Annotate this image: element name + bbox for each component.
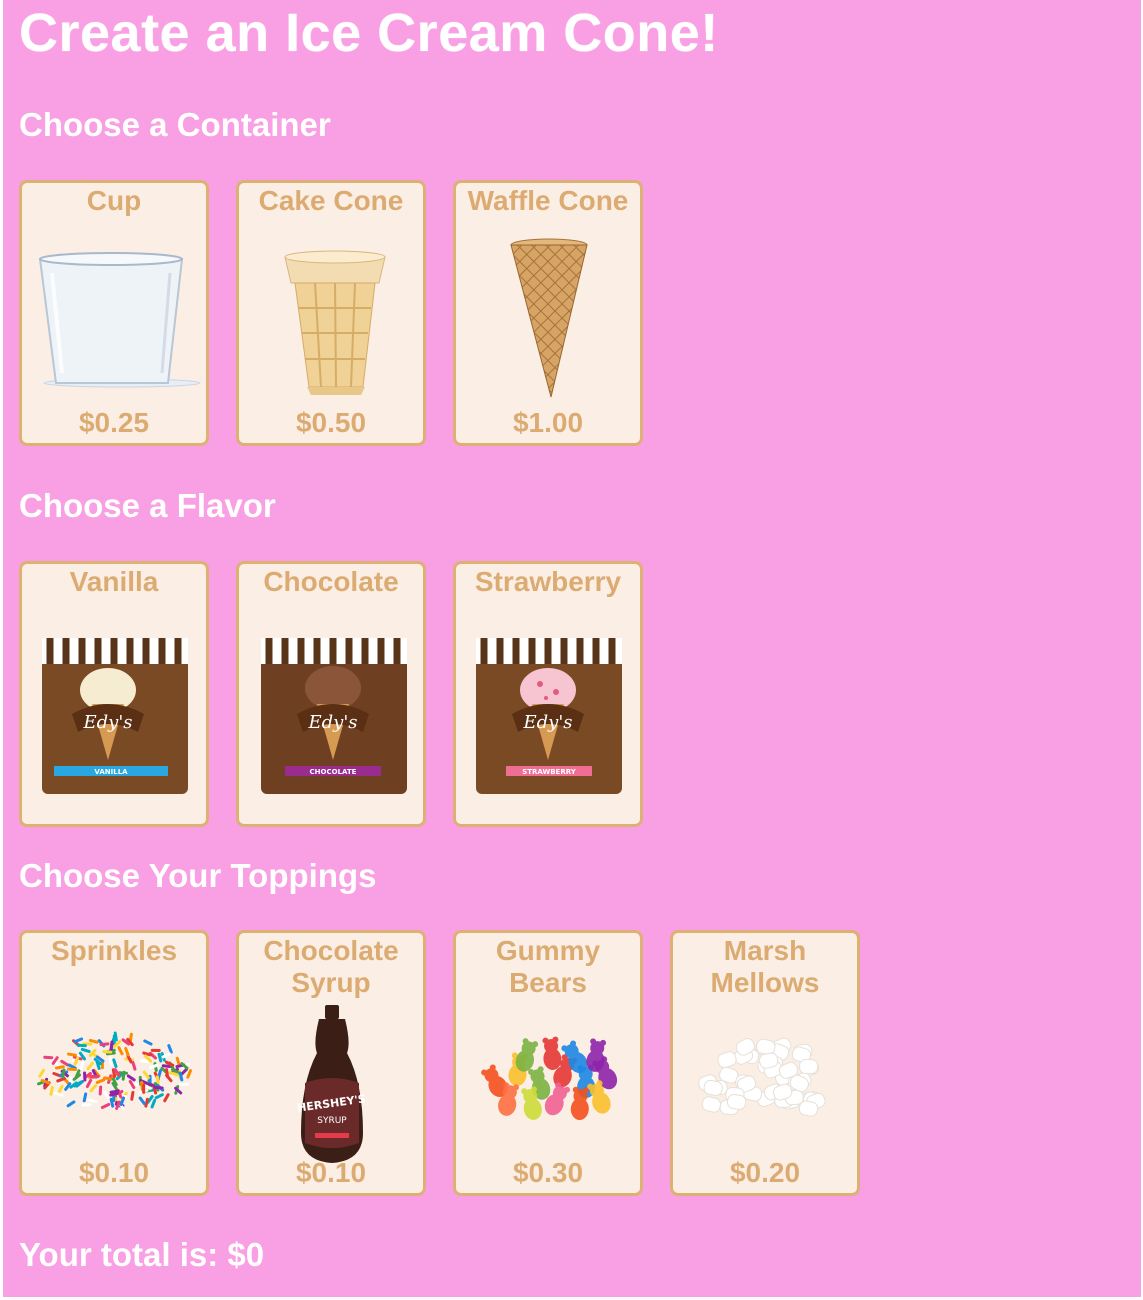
topping-option-gummy-bears[interactable]: Gummy Bears $0.30 [453, 930, 643, 1196]
sprinkles-image [37, 1031, 192, 1110]
flavor-option-vanilla[interactable]: Vanilla Edy's VANILLA [19, 561, 209, 827]
chocolate-syrup-bottle-image: HERSHEY'S SYRUP [296, 1005, 367, 1163]
svg-text:VANILLA: VANILLA [94, 768, 128, 776]
topping-option-marshmallows[interactable]: Marsh Mellows $0.20 [670, 930, 860, 1196]
order-total: Your total is: $0 [19, 1236, 265, 1273]
flavor-option-chocolate[interactable]: Chocolate Edy's CHOCOLATE [236, 561, 426, 827]
option-price: $0.25 [78, 407, 150, 438]
option-price: $0.20 [729, 1157, 801, 1188]
flavor-section-heading: Choose a Flavor [19, 487, 276, 524]
container-option-cake-cone[interactable]: Cake Cone $0.50 [236, 180, 426, 446]
brand-logo-text: Edy's [82, 712, 132, 733]
topping-option-chocolate-syrup[interactable]: Chocolate Syrup HERSHEY'S SYRUP $0.10 [236, 930, 426, 1196]
flavor-option-strawberry[interactable]: Strawberry Edy's STRAWBERRY [453, 561, 643, 827]
brand-logo-text: Edy's [522, 712, 572, 733]
gummy-bears-image [481, 1036, 618, 1120]
option-price: $0.10 [295, 1157, 367, 1188]
container-option-waffle-cone[interactable]: Waffle Cone $1.00 [453, 180, 643, 446]
container-section-heading: Choose a Container [19, 106, 331, 143]
option-price: $0.30 [512, 1157, 584, 1188]
cake-cone-image [284, 250, 386, 395]
chocolate-carton-image: Edy's CHOCOLATE [261, 638, 407, 794]
ice-cream-builder-page: Create an Ice Cream Cone! Choose a Conta… [3, 0, 1141, 1297]
toppings-section-heading: Choose Your Toppings [19, 857, 377, 894]
svg-text:STRAWBERRY: STRAWBERRY [522, 768, 577, 776]
option-price: $0.50 [295, 407, 367, 438]
topping-option-sprinkles[interactable]: Sprinkles $0.10 [19, 930, 209, 1196]
vanilla-carton-image: Edy's VANILLA [42, 638, 188, 794]
option-price: $0.10 [78, 1157, 150, 1188]
plastic-cup-image [38, 252, 201, 388]
svg-text:CHOCOLATE: CHOCOLATE [310, 768, 357, 776]
strawberry-carton-image: Edy's STRAWBERRY [476, 638, 622, 794]
container-option-cup[interactable]: Cup $0.25 [19, 180, 209, 446]
svg-text:SYRUP: SYRUP [317, 1116, 347, 1126]
page-title: Create an Ice Cream Cone! [19, 3, 719, 63]
marshmallows-image [698, 1037, 826, 1117]
waffle-cone-image [510, 238, 588, 398]
option-price: $1.00 [512, 407, 584, 438]
brand-logo-text: Edy's [307, 712, 357, 733]
